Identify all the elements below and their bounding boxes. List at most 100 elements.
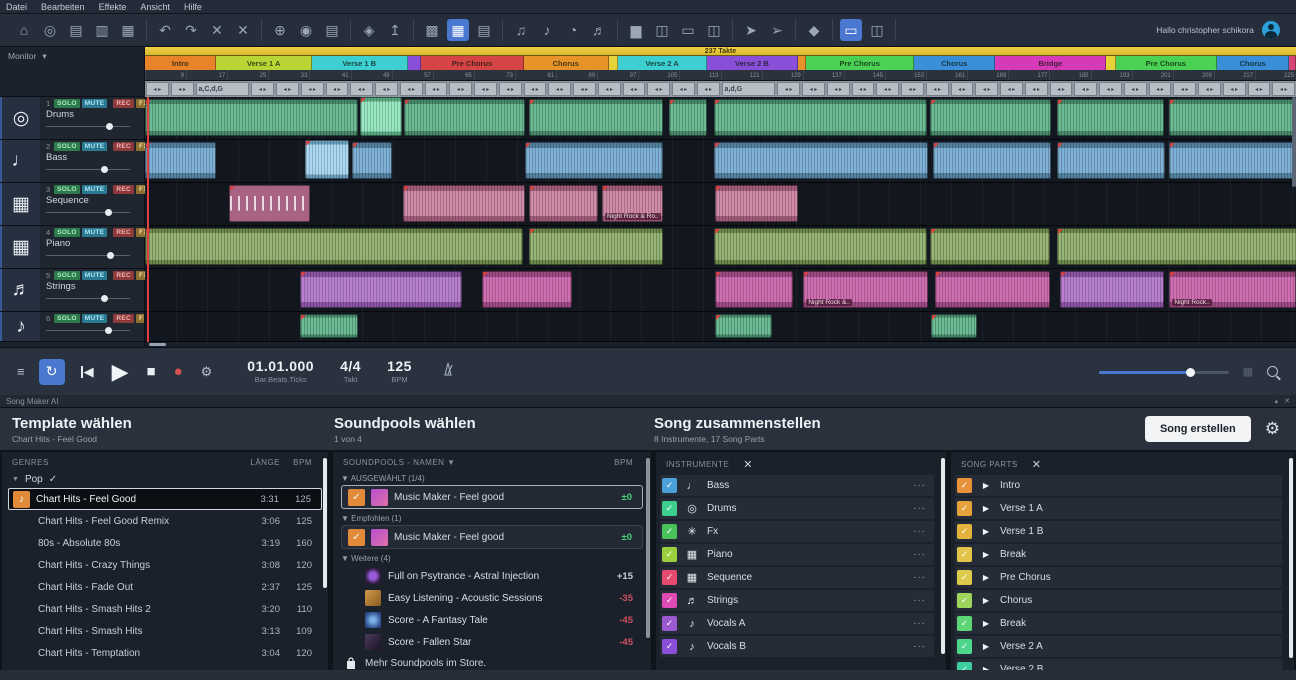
fade-handle-cell[interactable]: ◂ ▸ (1198, 82, 1221, 96)
songpart-row[interactable]: ✓▶Verse 2 A (955, 636, 1282, 657)
cut-icon[interactable]: ✕ (206, 19, 228, 41)
section-intro[interactable]: Intro (145, 56, 216, 70)
soundpool-row[interactable]: Score - Fallen Star-45 (333, 631, 651, 653)
song-maker-settings-icon[interactable]: ⚙ (1265, 419, 1280, 439)
record-project-icon[interactable]: ◎ (39, 19, 61, 41)
checkbox-checked[interactable]: ✓ (957, 662, 972, 670)
template-row[interactable]: Chart Hits - Feel Good Remix3:06125 (2, 510, 328, 532)
checkbox-checked[interactable]: ✓ (957, 501, 972, 516)
solo-button[interactable]: SOLO (54, 99, 80, 108)
fade-handle-cell[interactable]: ◂ ▸ (474, 82, 497, 96)
instrument-row[interactable]: ✓♪Vocals B··· (660, 636, 934, 657)
soundpool-row[interactable]: Full on Psytrance - Astral Injection+15 (333, 565, 651, 587)
fade-handle-cell[interactable]: ◂ ▸ (251, 82, 274, 96)
track-volume-slider[interactable] (46, 326, 130, 334)
slider-knob[interactable] (105, 327, 112, 334)
audio-clip[interactable]: Night Rock &.. (803, 271, 927, 308)
arrow-tool-icon[interactable]: ➤ (740, 19, 762, 41)
soundpool-row[interactable]: Easy Listening - Acoustic Sessions-35 (333, 587, 651, 609)
fade-handle-cell[interactable]: ◂ ▸ (400, 82, 423, 96)
lock-icon[interactable]: ◈ (358, 19, 380, 41)
section-verse-1-b[interactable]: Verse 1 B (312, 56, 408, 70)
play-part-icon[interactable]: ▶ (979, 504, 993, 513)
record-button[interactable]: ● (174, 363, 183, 380)
fade-handle-cell[interactable]: ◂ ▸ (1050, 82, 1073, 96)
home-icon[interactable]: ⌂ (13, 19, 35, 41)
solo-button[interactable]: SOLO (54, 142, 80, 151)
fade-handle-cell[interactable]: ◂ ▸ (1025, 82, 1048, 96)
checkbox-checked[interactable]: ✓ (662, 616, 677, 631)
rec-button[interactable]: REC (113, 314, 134, 323)
checkbox-checked[interactable]: ✓ (662, 639, 677, 654)
more-options-icon[interactable]: ··· (913, 618, 928, 629)
magnifier-icon[interactable] (1267, 366, 1278, 377)
audio-clip[interactable] (715, 314, 773, 338)
checkbox-checked[interactable]: ✓ (957, 593, 972, 608)
fade-handle-cell[interactable]: ◂ ▸ (1099, 82, 1122, 96)
menu-item-datei[interactable]: Datei (6, 2, 27, 12)
fade-handle-cell[interactable]: ◂ ▸ (802, 82, 825, 96)
audio-clip[interactable] (714, 228, 927, 265)
section-pre-chorus[interactable]: Pre Chorus (806, 56, 914, 70)
horizontal-scrollbar-thumb[interactable] (149, 343, 166, 346)
section-spacer[interactable] (1106, 56, 1116, 70)
import-file-icon[interactable]: ▤ (321, 19, 343, 41)
checkbox-checked[interactable]: ✓ (662, 524, 677, 539)
grid-zoom-icon[interactable]: ▦ (1243, 365, 1253, 378)
save-project-icon[interactable]: ▦ (117, 19, 139, 41)
fade-handle-cell[interactable]: ◂ ▸ (777, 82, 800, 96)
checkbox-checked[interactable]: ✓ (348, 529, 365, 546)
audio-clip[interactable] (933, 142, 1050, 179)
soundpools-list-header[interactable]: SOUNDPOOLS - NAMEN ▼ (343, 458, 456, 467)
audio-clip[interactable] (529, 185, 598, 222)
object-split-icon[interactable]: ◫ (703, 19, 725, 41)
template-row[interactable]: Chart Hits - Smash Hits3:13109 (2, 620, 328, 642)
fade-handle-cell[interactable]: ◂ ▸ (1272, 82, 1295, 96)
fade-handle-cell[interactable]: ◂ ▸ (623, 82, 646, 96)
section-pre-chorus[interactable]: Pre Chorus (421, 56, 523, 70)
audio-clip[interactable] (715, 271, 793, 308)
fade-handle-cell[interactable]: ◂ ▸ (350, 82, 373, 96)
songpart-row[interactable]: ✓▶Break (955, 544, 1282, 565)
soundpool-scrollbar[interactable] (646, 458, 650, 638)
solo-button[interactable]: SOLO (54, 228, 80, 237)
template-scrollbar[interactable] (323, 458, 327, 588)
metronome-icon[interactable] (440, 361, 456, 382)
play-part-icon[interactable]: ▶ (979, 596, 993, 605)
range-tool-icon[interactable]: ➢ (766, 19, 788, 41)
checkbox-checked[interactable]: ✓ (957, 570, 972, 585)
audio-clip[interactable] (714, 142, 928, 179)
slider-knob[interactable] (106, 123, 113, 130)
vertical-scrollbar[interactable] (1292, 97, 1296, 187)
store-row[interactable]: Mehr Soundpools im Store. (333, 653, 651, 670)
fade-handle-cell[interactable]: ◂ ▸ (901, 82, 924, 96)
fade-handle-cell[interactable]: ◂ ▸ (827, 82, 850, 96)
soundpool-group-label[interactable]: ▼ Weitere (4) (333, 551, 651, 565)
rec-button[interactable]: REC (113, 228, 134, 237)
fade-handle-cell[interactable]: ◂ ▸ (852, 82, 875, 96)
more-options-icon[interactable]: ··· (913, 572, 928, 583)
publish-icon[interactable]: ↥ (384, 19, 406, 41)
songpart-row[interactable]: ✓▶Chorus (955, 590, 1282, 611)
instruments-scrollbar[interactable] (941, 458, 945, 654)
songpart-row[interactable]: ✓▶Verse 2 B (955, 659, 1282, 670)
audio-clip[interactable] (145, 99, 358, 136)
loop-button[interactable]: ↻ (39, 359, 65, 385)
view-list-icon[interactable]: ▤ (473, 19, 495, 41)
open-project-icon[interactable]: ▥ (91, 19, 113, 41)
transport-settings-icon[interactable]: ⚙ (201, 364, 213, 380)
songpart-row[interactable]: ✓▶Verse 1 B (955, 521, 1282, 542)
audio-clip[interactable] (1169, 99, 1296, 136)
view-arrange-icon[interactable]: ▩ (421, 19, 443, 41)
mute-button[interactable]: MUTE (82, 185, 108, 194)
audio-clip[interactable] (715, 185, 798, 222)
vocals-icon[interactable]: ♪ (0, 312, 40, 341)
soundpool-row[interactable]: ✓Music Maker - Feel good±0 (341, 525, 643, 549)
fade-handle-cell[interactable]: ◂ ▸ (951, 82, 974, 96)
template-row[interactable]: Chart Hits - Temptation3:04120 (2, 642, 328, 664)
sequencer-icon[interactable]: ▦ (0, 183, 40, 225)
fade-handle-cell[interactable]: ◂ ▸ (146, 82, 169, 96)
slider-knob[interactable] (107, 252, 114, 259)
create-song-button[interactable]: Song erstellen (1145, 416, 1251, 442)
section-chorus[interactable]: Chorus (914, 56, 995, 70)
